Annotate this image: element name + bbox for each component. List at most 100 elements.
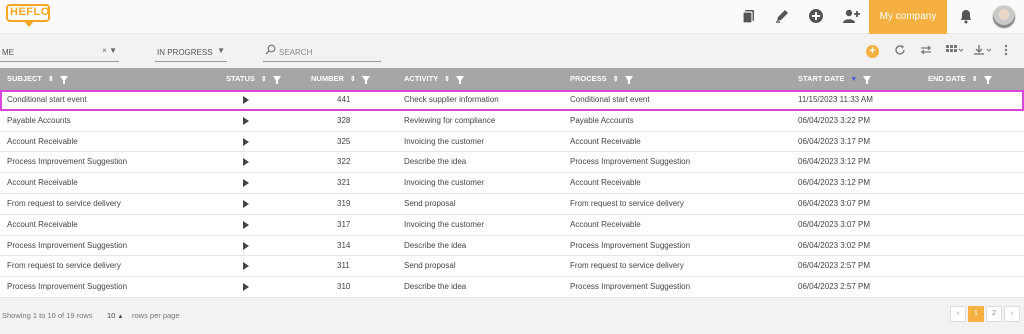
play-icon[interactable] — [243, 96, 249, 104]
filter-icon[interactable] — [361, 76, 370, 85]
cell-subject: Process Improvement Suggestion — [7, 282, 128, 292]
column-start-date-label: START DATE — [798, 74, 845, 83]
play-icon[interactable] — [243, 241, 249, 250]
cell-activity: Send proposal — [404, 261, 456, 271]
table-row[interactable]: Account Receivable 321 Invoicing the cus… — [0, 173, 1024, 194]
table-row[interactable]: From request to service delivery 311 Sen… — [0, 256, 1024, 278]
play-icon[interactable] — [243, 220, 249, 229]
cell-process: Process Improvement Suggestion — [570, 157, 691, 167]
play-icon[interactable] — [243, 199, 249, 208]
cell-activity: Describe the idea — [404, 157, 467, 167]
cell-number: 314 — [337, 240, 351, 250]
play-icon[interactable] — [243, 158, 249, 167]
table-row[interactable]: Account Receivable 325 Invoicing the cus… — [0, 131, 1024, 153]
chevron-down-icon[interactable]: ▼ — [217, 46, 225, 55]
cell-number: 321 — [337, 178, 351, 188]
assignee-filter-controls[interactable]: × ▼ — [102, 46, 117, 55]
cell-start-date: 06/04/2023 2:57 PM — [798, 261, 871, 271]
page-size-selector[interactable]: 10 ▲ — [107, 311, 123, 320]
cell-subject: Account Receivable — [7, 178, 78, 188]
cell-process: Account Receivable — [570, 136, 641, 146]
top-bar: HEFLO My company — [0, 0, 1024, 34]
cell-number: 317 — [337, 219, 351, 229]
column-process-label: PROCESS — [570, 74, 607, 83]
clear-icon[interactable]: × — [102, 46, 107, 55]
status-filter[interactable]: IN PROGRESS ▼ — [155, 42, 227, 62]
sort-desc-icon[interactable]: ▼ — [850, 76, 857, 83]
play-icon[interactable] — [243, 116, 249, 125]
page-1-button[interactable]: 1 — [968, 306, 984, 322]
assignee-filter[interactable]: ME × ▼ — [0, 42, 119, 62]
cell-activity: Invoicing the customer — [404, 136, 485, 146]
column-end-date[interactable]: END DATE ⇕ — [928, 68, 992, 90]
column-process[interactable]: PROCESS ⇕ — [570, 68, 633, 90]
table-row[interactable]: From request to service delivery 319 Sen… — [0, 193, 1024, 215]
bell-icon[interactable] — [958, 8, 976, 26]
column-activity[interactable]: ACTIVITY ⇕ — [404, 68, 465, 90]
cell-number: 325 — [337, 136, 351, 146]
column-subject[interactable]: SUBJECT ⇕ — [7, 68, 68, 90]
add-instance-button[interactable]: + — [866, 45, 879, 58]
add-user-icon[interactable] — [842, 8, 860, 26]
company-selector[interactable]: My company — [869, 0, 947, 34]
table-row[interactable]: Payable Accounts 328 Reviewing for compl… — [0, 110, 1024, 132]
column-status[interactable]: STATUS ⇕ — [226, 68, 281, 90]
next-page-button[interactable]: › — [1004, 306, 1020, 322]
play-icon[interactable] — [243, 179, 249, 188]
table-row[interactable]: Account Receivable 317 Invoicing the cus… — [0, 214, 1024, 236]
pagination-info: Showing 1 to 10 of 19 rows — [2, 311, 93, 320]
filter-icon[interactable] — [456, 76, 465, 85]
copy-icon[interactable] — [741, 8, 759, 26]
filter-icon[interactable] — [624, 76, 633, 85]
cell-start-date: 06/04/2023 3:07 PM — [798, 198, 871, 208]
chevron-down-icon[interactable]: ▼ — [109, 46, 117, 55]
cell-number: 328 — [337, 115, 351, 125]
filter-icon[interactable] — [863, 76, 872, 85]
search-input[interactable]: SEARCH — [263, 42, 381, 62]
column-number[interactable]: NUMBER ⇕ — [311, 68, 370, 90]
logo-tail — [24, 21, 34, 27]
table-body: Conditional start event 441 Check suppli… — [0, 90, 1024, 298]
download-icon[interactable] — [972, 44, 994, 58]
sort-icon[interactable]: ⇕ — [48, 76, 54, 83]
sort-icon[interactable]: ⇕ — [613, 76, 619, 83]
cell-process: Process Improvement Suggestion — [570, 240, 691, 250]
play-icon[interactable] — [243, 137, 249, 146]
refresh-icon[interactable] — [892, 44, 908, 58]
cell-start-date: 06/04/2023 3:17 PM — [798, 136, 871, 146]
more-vertical-icon[interactable] — [1000, 44, 1012, 58]
filter-adjust-icon[interactable] — [918, 44, 934, 58]
column-end-date-label: END DATE — [928, 74, 966, 83]
table-row[interactable]: Process Improvement Suggestion 322 Descr… — [0, 152, 1024, 174]
cell-process: Process Improvement Suggestion — [570, 282, 691, 292]
cell-subject: Process Improvement Suggestion — [7, 157, 128, 167]
cell-number: 310 — [337, 282, 351, 292]
heflo-logo[interactable]: HEFLO — [6, 4, 52, 28]
cell-process: Account Receivable — [570, 219, 641, 229]
filter-icon[interactable] — [272, 76, 281, 85]
cell-process: From request to service delivery — [570, 198, 684, 208]
table-header: SUBJECT ⇕ STATUS ⇕ NUMBER ⇕ ACTIVITY ⇕ PROCE… — [0, 68, 1024, 90]
table-row[interactable]: Conditional start event 441 Check suppli… — [0, 90, 1024, 111]
chevron-up-icon: ▲ — [117, 314, 124, 320]
sort-icon[interactable]: ⇕ — [350, 76, 356, 83]
grid-view-icon[interactable] — [944, 44, 966, 58]
sort-icon[interactable]: ⇕ — [972, 76, 978, 83]
play-icon[interactable] — [243, 262, 249, 271]
prev-page-button[interactable]: ‹ — [950, 306, 966, 322]
pencil-icon[interactable] — [774, 8, 792, 26]
cell-number: 319 — [337, 198, 351, 208]
filter-icon[interactable] — [59, 76, 68, 85]
plus-circle-icon[interactable] — [808, 8, 826, 26]
filter-icon[interactable] — [983, 76, 992, 85]
user-avatar[interactable] — [992, 5, 1016, 29]
cell-activity: Reviewing for compliance — [404, 115, 496, 125]
sort-icon[interactable]: ⇕ — [444, 76, 450, 83]
column-subject-label: SUBJECT — [7, 74, 43, 83]
column-start-date[interactable]: START DATE ▼ — [798, 68, 872, 90]
table-row[interactable]: Process Improvement Suggestion 314 Descr… — [0, 235, 1024, 257]
play-icon[interactable] — [243, 283, 249, 292]
sort-icon[interactable]: ⇕ — [261, 76, 267, 83]
page-2-button[interactable]: 2 — [986, 306, 1002, 322]
table-row[interactable]: Process Improvement Suggestion 310 Descr… — [0, 277, 1024, 298]
